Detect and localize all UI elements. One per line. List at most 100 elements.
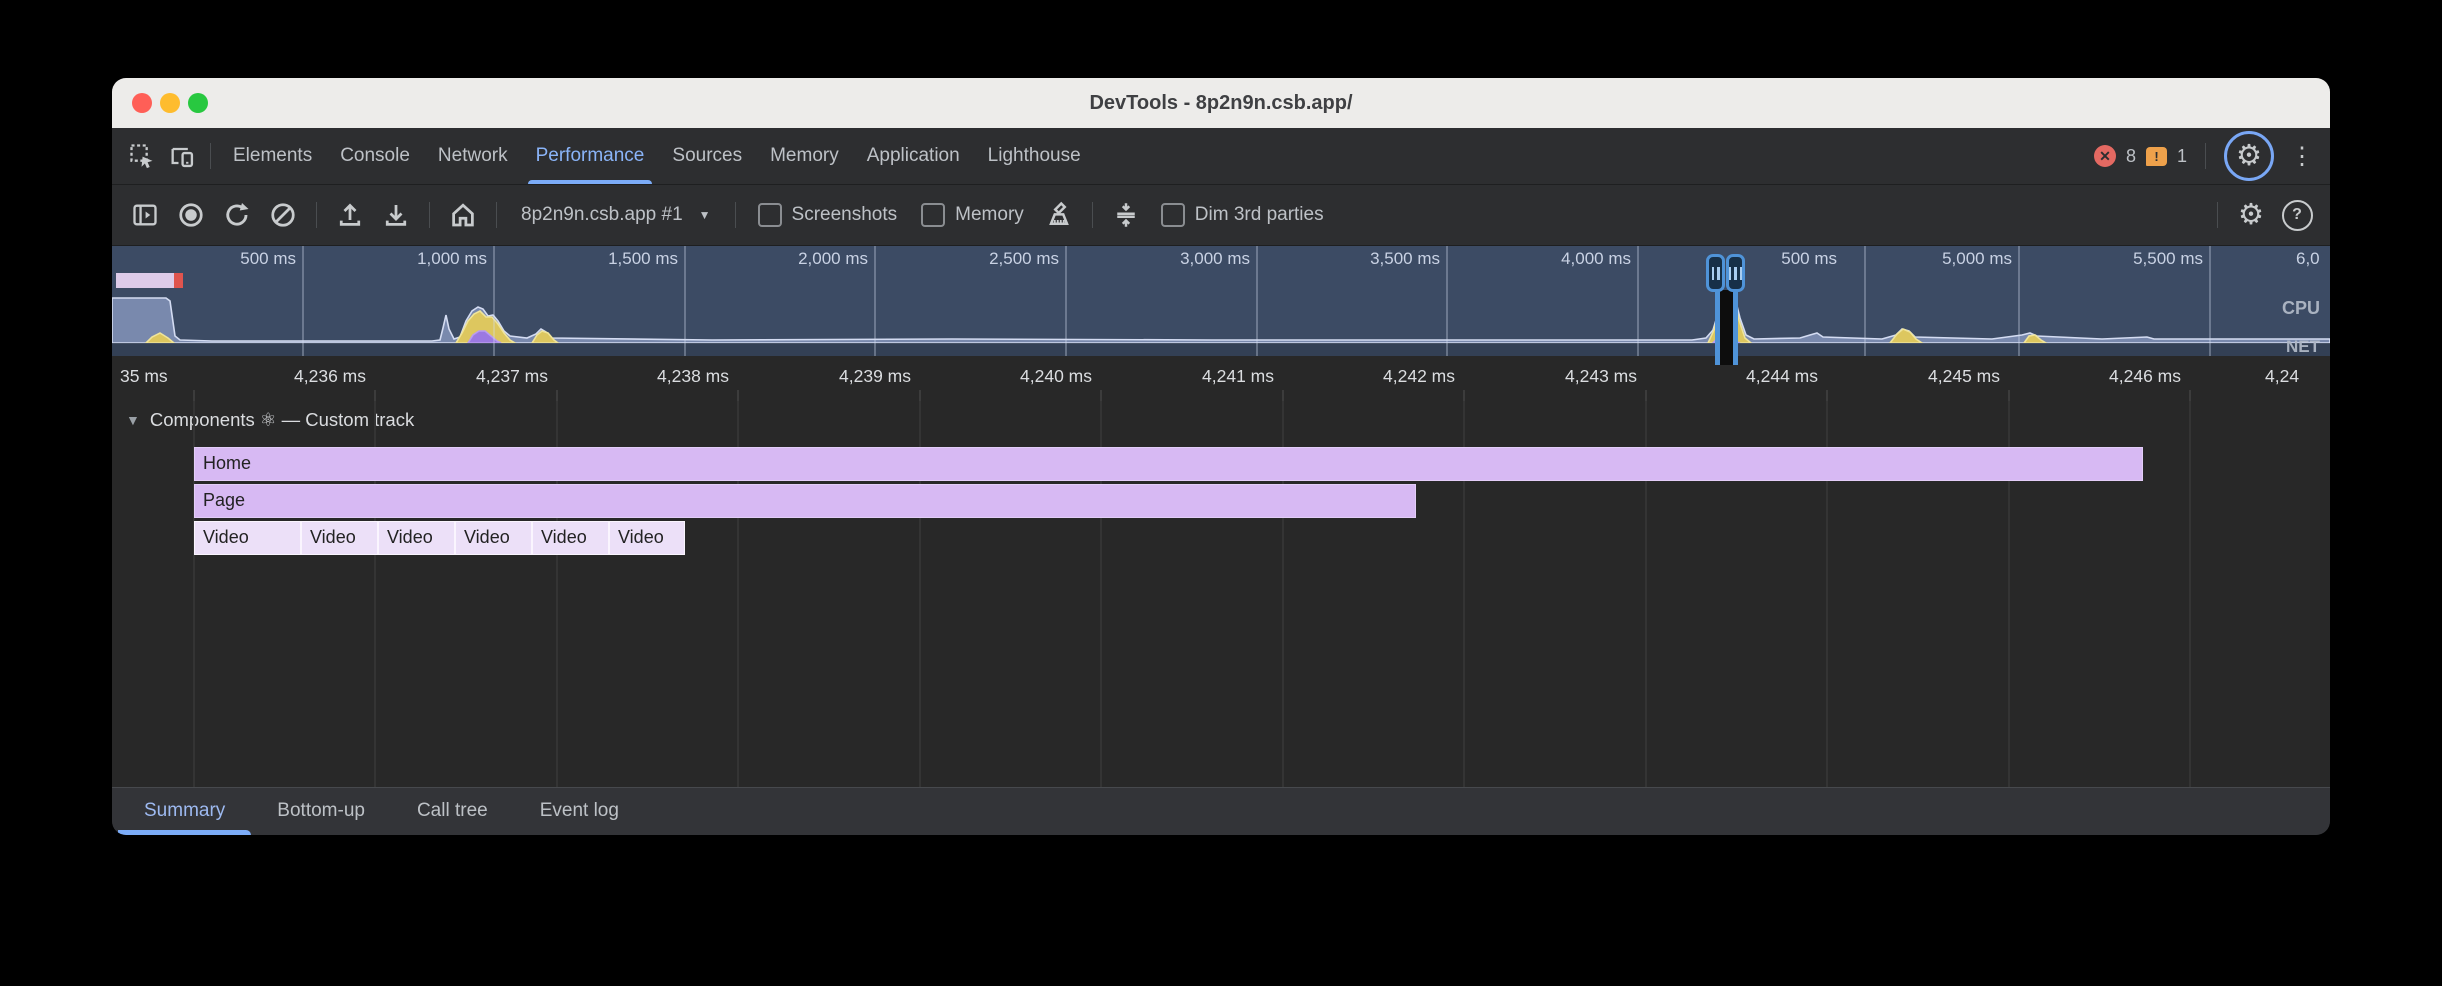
tab-memory[interactable]: Memory bbox=[756, 128, 853, 184]
ruler-tick-label: 4,239 ms bbox=[839, 366, 911, 387]
download-profile-icon[interactable] bbox=[375, 194, 417, 236]
settings-focus-ring[interactable]: ⚙ bbox=[2224, 131, 2274, 181]
flame-bar-home[interactable]: Home bbox=[194, 447, 2143, 481]
status-badges: ✕ 8 ! 1 ⚙ ⋮ bbox=[2094, 131, 2320, 181]
capture-settings-gear-icon[interactable]: ⚙ bbox=[2230, 194, 2272, 236]
settings-gear-icon[interactable]: ⚙ bbox=[2236, 142, 2262, 171]
ruler-tick-label: 35 ms bbox=[120, 366, 168, 387]
garbage-collect-icon[interactable] bbox=[1038, 194, 1080, 236]
flamechart-track-area[interactable]: ▼ Components ⚛ — Custom track HomePageVi… bbox=[112, 401, 2330, 787]
desktop-background: DevTools - 8p2n9n.csb.app/ ElementsConso… bbox=[0, 0, 2442, 986]
upload-profile-icon[interactable] bbox=[329, 194, 371, 236]
overview-gridline bbox=[1256, 246, 1258, 356]
tab-performance[interactable]: Performance bbox=[522, 128, 659, 184]
selection-left-edge[interactable] bbox=[1715, 290, 1720, 356]
track-gridline bbox=[2189, 401, 2191, 787]
bottom-tab-event-log[interactable]: Event log bbox=[514, 788, 645, 835]
cpu-other bbox=[112, 293, 2330, 343]
window-title: DevTools - 8p2n9n.csb.app/ bbox=[112, 78, 2330, 128]
details-tabbar: SummaryBottom-upCall treeEvent log bbox=[112, 787, 2330, 835]
divider bbox=[735, 202, 736, 228]
collapse-triangle-icon[interactable]: ▼ bbox=[126, 412, 140, 428]
selection-left-grip-handle[interactable] bbox=[1706, 254, 1725, 292]
tab-lighthouse[interactable]: Lighthouse bbox=[974, 128, 1095, 184]
help-icon[interactable]: ? bbox=[2276, 194, 2318, 236]
checkbox-box[interactable] bbox=[921, 203, 945, 227]
reload-record-icon[interactable] bbox=[216, 194, 258, 236]
divider bbox=[2217, 202, 2218, 228]
overview-tick-label: 1,000 ms bbox=[417, 249, 487, 269]
ruler-tick-mark bbox=[737, 390, 739, 401]
flame-bar-video[interactable]: Video bbox=[532, 521, 609, 555]
target-selector[interactable]: 8p2n9n.csb.app #1 ▼ bbox=[509, 204, 723, 226]
selection-continuation-left bbox=[1715, 356, 1720, 365]
ruler-tick-label: 4,236 ms bbox=[294, 366, 366, 387]
clear-icon[interactable] bbox=[262, 194, 304, 236]
flame-bar-video[interactable]: Video bbox=[378, 521, 455, 555]
bottom-tab-call-tree[interactable]: Call tree bbox=[391, 788, 514, 835]
collapse-sections-icon[interactable] bbox=[1105, 194, 1147, 236]
net-strip bbox=[112, 343, 2330, 356]
ruler-tick-label: 4,242 ms bbox=[1383, 366, 1455, 387]
home-icon[interactable] bbox=[442, 194, 484, 236]
divider bbox=[210, 143, 211, 169]
selection-continuation-right bbox=[1733, 356, 1738, 365]
ruler-tick-mark bbox=[1100, 390, 1102, 401]
timeline-ruler[interactable]: 35 ms4,236 ms4,237 ms4,238 ms4,239 ms4,2… bbox=[112, 356, 2330, 401]
selection-continuation bbox=[1720, 356, 1733, 365]
overview-gridline bbox=[874, 246, 876, 356]
kebab-menu-icon[interactable]: ⋮ bbox=[2284, 142, 2320, 171]
ruler-tick-mark bbox=[1826, 390, 1828, 401]
flame-bar-page[interactable]: Page bbox=[194, 484, 1416, 518]
inspect-element-icon[interactable] bbox=[122, 136, 162, 176]
selection-window-fill bbox=[1720, 290, 1733, 356]
flame-bar-video[interactable]: Video bbox=[301, 521, 378, 555]
overview-tick-label: 5,500 ms bbox=[2133, 249, 2203, 269]
show-sidebar-icon[interactable] bbox=[124, 194, 166, 236]
overview-tick-label: 2,500 ms bbox=[989, 249, 1059, 269]
memory-checkbox[interactable]: Memory bbox=[911, 203, 1034, 227]
overview-tick-label: 4,000 ms bbox=[1561, 249, 1631, 269]
ruler-tick-mark bbox=[193, 390, 195, 401]
overview-gridline bbox=[302, 246, 304, 356]
ruler-tick-mark bbox=[374, 390, 376, 401]
cpu-activity-chart bbox=[112, 288, 2330, 343]
selection-right-grip-handle[interactable] bbox=[1726, 254, 1745, 292]
tab-elements[interactable]: Elements bbox=[219, 128, 326, 184]
active-tab-underline bbox=[528, 180, 653, 184]
flame-bar-video[interactable]: Video bbox=[194, 521, 301, 555]
net-label: NET bbox=[2286, 337, 2320, 356]
tab-network[interactable]: Network bbox=[424, 128, 522, 184]
ruler-tick-label: 4,241 ms bbox=[1202, 366, 1274, 387]
tab-sources[interactable]: Sources bbox=[658, 128, 756, 184]
ruler-tick-label: 4,243 ms bbox=[1565, 366, 1637, 387]
ruler-tick-mark bbox=[919, 390, 921, 401]
selection-right-edge[interactable] bbox=[1733, 290, 1738, 356]
device-toolbar-icon[interactable] bbox=[162, 136, 202, 176]
screenshots-checkbox[interactable]: Screenshots bbox=[748, 203, 908, 227]
record-icon[interactable] bbox=[170, 194, 212, 236]
titlebar: DevTools - 8p2n9n.csb.app/ bbox=[112, 78, 2330, 128]
timeline-overview[interactable]: CPU NET 500 ms1,000 ms1,500 ms2,000 ms2,… bbox=[112, 246, 2330, 356]
overview-gridline bbox=[1864, 246, 1866, 356]
ruler-tick-label: 4,238 ms bbox=[657, 366, 729, 387]
divider bbox=[2205, 143, 2206, 169]
bottom-tab-summary[interactable]: Summary bbox=[118, 788, 251, 835]
ruler-tick-label: 4,244 ms bbox=[1746, 366, 1818, 387]
overview-tick-label: 3,500 ms bbox=[1370, 249, 1440, 269]
error-badge-icon[interactable]: ✕ bbox=[2094, 145, 2116, 167]
warning-badge-icon[interactable]: ! bbox=[2146, 147, 2167, 166]
flame-bar-video[interactable]: Video bbox=[609, 521, 685, 555]
checkbox-box[interactable] bbox=[1161, 203, 1185, 227]
dim-3rd-parties-checkbox[interactable]: Dim 3rd parties bbox=[1151, 203, 1334, 227]
active-tab-underline bbox=[118, 830, 251, 835]
divider bbox=[316, 202, 317, 228]
checkbox-box[interactable] bbox=[758, 203, 782, 227]
tab-application[interactable]: Application bbox=[853, 128, 974, 184]
ruler-tick-mark bbox=[1463, 390, 1465, 401]
overview-gridline bbox=[493, 246, 495, 356]
flame-bar-video[interactable]: Video bbox=[455, 521, 532, 555]
tab-console[interactable]: Console bbox=[326, 128, 424, 184]
chevron-down-icon: ▼ bbox=[699, 208, 711, 222]
bottom-tab-bottom-up[interactable]: Bottom-up bbox=[251, 788, 391, 835]
